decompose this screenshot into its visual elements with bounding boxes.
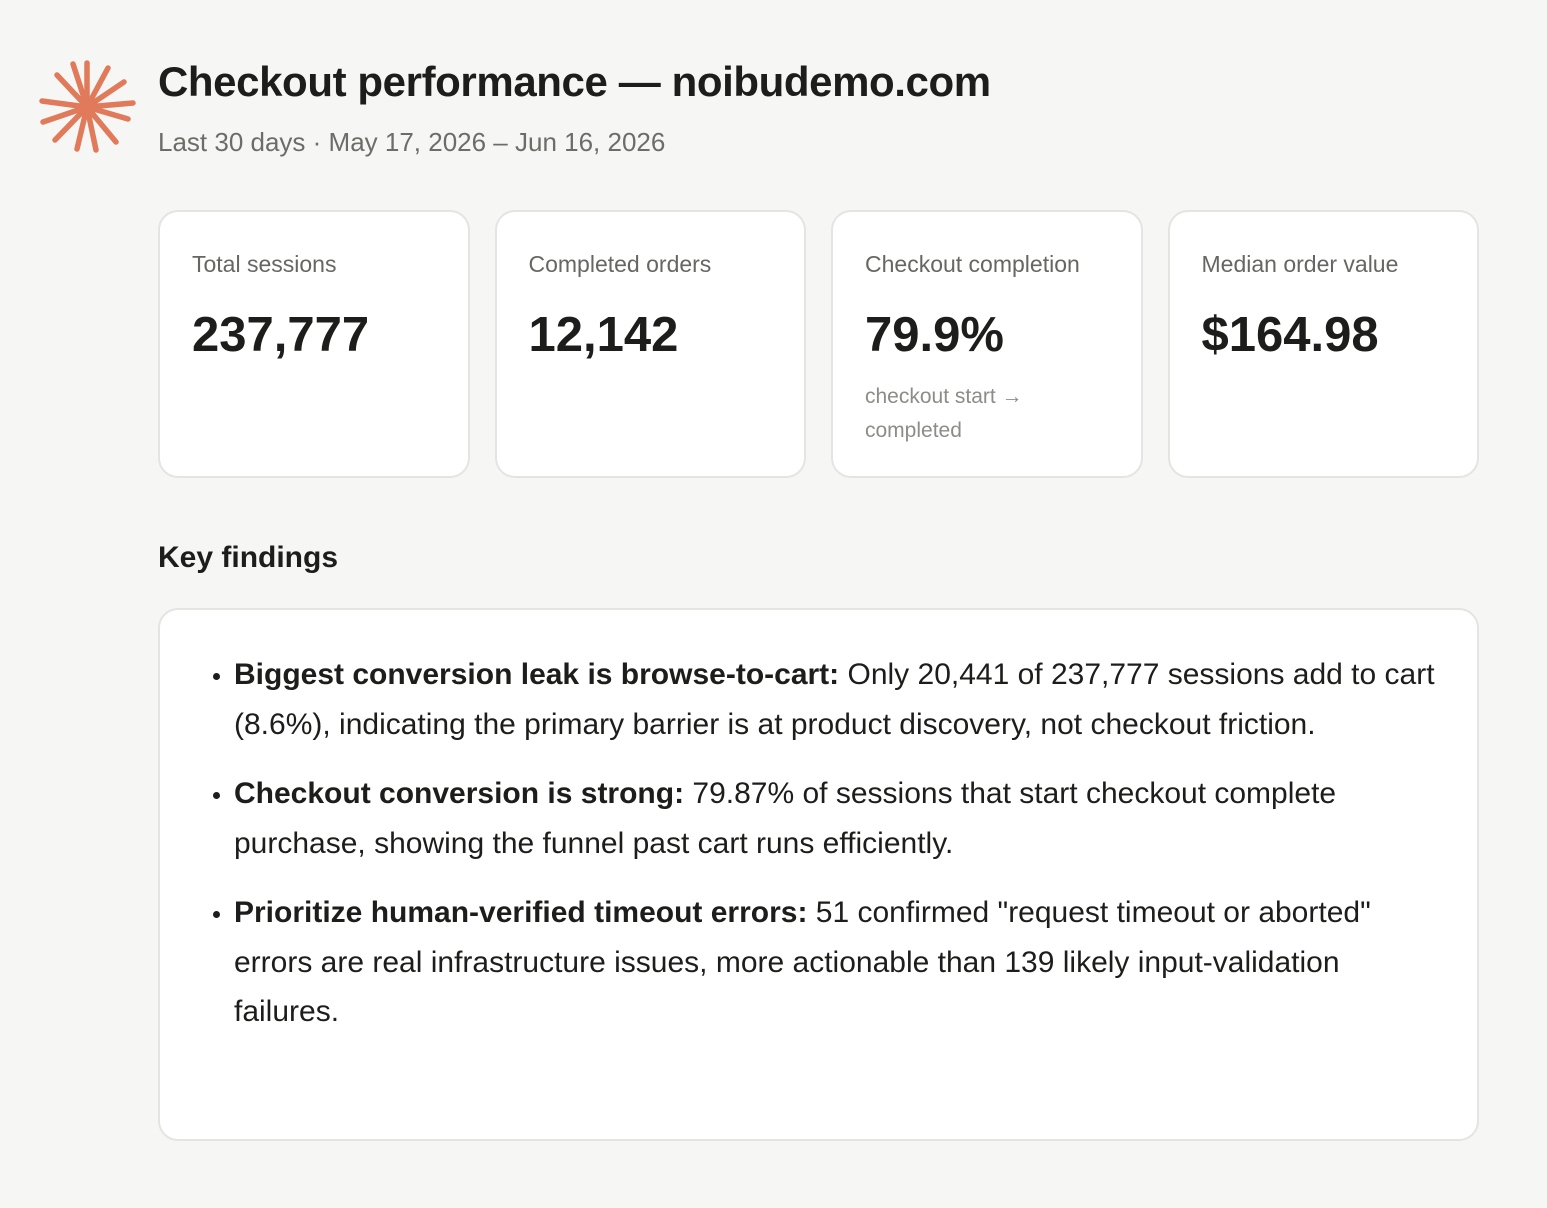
metric-note: checkout start → completed xyxy=(865,385,1023,442)
metric-card-total-sessions: Total sessions 237,777 xyxy=(158,210,470,478)
page-header: Checkout performance — noibudemo.com Las… xyxy=(158,58,1507,158)
metric-label: Checkout completion xyxy=(865,251,1080,277)
key-findings-title: Key findings xyxy=(158,541,339,574)
metric-label: Total sessions xyxy=(192,251,337,277)
page-title: Checkout performance — noibudemo.com xyxy=(158,58,991,105)
findings-list: Biggest conversion leak is browse-to-car… xyxy=(232,650,1437,1037)
metric-label: Median order value xyxy=(1201,251,1399,277)
finding-heading: Prioritize human-verified timeout errors… xyxy=(234,896,808,929)
metric-value: 237,777 xyxy=(192,308,370,362)
finding-item: Checkout conversion is strong: 79.87% of… xyxy=(234,769,1437,868)
finding-item: Biggest conversion leak is browse-to-car… xyxy=(234,650,1437,749)
finding-heading: Checkout conversion is strong: xyxy=(234,777,685,810)
metric-value: $164.98 xyxy=(1201,308,1379,362)
metric-card-completed-orders: Completed orders 12,142 xyxy=(494,210,806,478)
metric-label: Completed orders xyxy=(528,251,712,277)
metric-value: 79.9% xyxy=(865,308,1004,362)
finding-item: Prioritize human-verified timeout errors… xyxy=(234,888,1437,1037)
date-range: Last 30 days · May 17, 2026 – Jun 16, 20… xyxy=(158,127,666,157)
metrics-row: Total sessions 237,777 Completed orders … xyxy=(158,210,1479,478)
starburst-icon xyxy=(39,60,136,153)
metric-value: 12,142 xyxy=(528,308,679,362)
metric-card-median-order-value: Median order value $164.98 xyxy=(1167,210,1479,478)
key-findings-panel: Biggest conversion leak is browse-to-car… xyxy=(158,608,1479,1141)
finding-heading: Biggest conversion leak is browse-to-car… xyxy=(234,658,840,691)
metric-card-checkout-completion: Checkout completion 79.9% checkout start… xyxy=(831,210,1143,478)
